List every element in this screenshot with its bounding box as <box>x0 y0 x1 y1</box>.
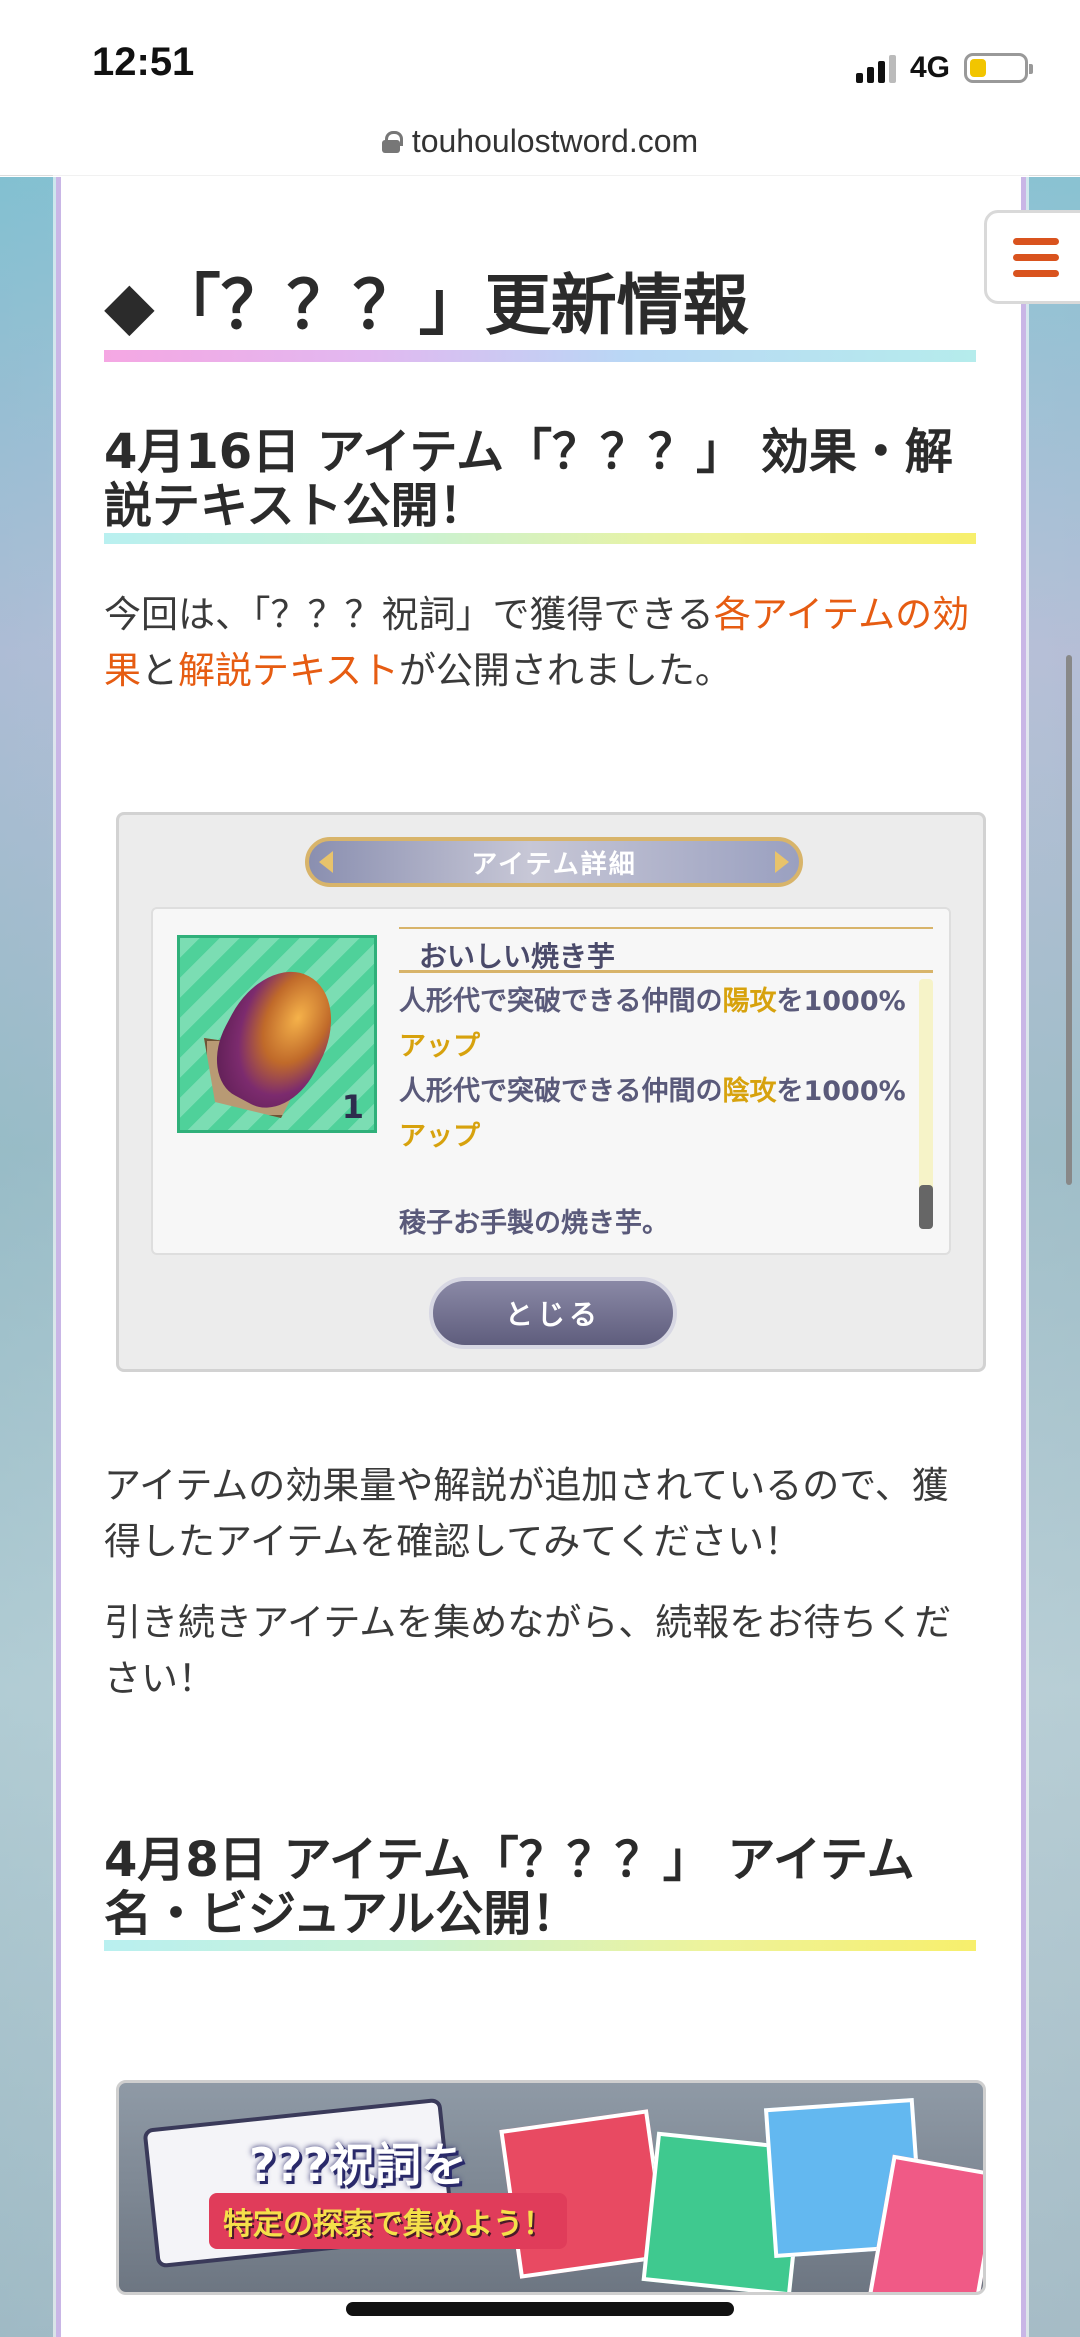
update-paragraph-2: アイテムの効果量や解説が追加されているので、獲得したアイテムを確認してみてくださ… <box>104 1464 949 1563</box>
close-button: とじる <box>429 1277 677 1349</box>
sweet-potato-item-icon: 1 <box>177 935 377 1133</box>
item-count: 1 <box>341 1088 364 1126</box>
cellular-signal-icon <box>855 53 896 83</box>
item-detail-scroll-thumb <box>919 1185 933 1229</box>
close-button-label: とじる <box>504 1298 601 1331</box>
update-paragraph-3: 引き続きアイテムを集めながら、続報をお待ちください！ <box>104 1601 952 1700</box>
item-detail-banner: アイテム詳細 <box>305 837 803 887</box>
item-name: おいしい焼き芋 <box>419 940 616 973</box>
item-effect-text: 人形代で突破できる仲間の陽攻を1000%アップ 人形代で突破できる仲間の陰攻を1… <box>399 979 919 1159</box>
status-icons: 4G <box>855 48 1033 88</box>
page-scrollbar[interactable] <box>1066 655 1072 1185</box>
promo-subtitle: 特定の探索で集めよう！ <box>209 2193 567 2249</box>
description-text-link[interactable]: 解説テキスト <box>178 649 399 692</box>
hamburger-menu-button[interactable] <box>984 210 1080 304</box>
update-heading-0416: 4月16日 アイテム「？？？」 効果・解説テキスト公開！ <box>104 424 953 534</box>
item-effect-1: 人形代で突破できる仲間の陽攻を1000%アップ <box>399 986 906 1062</box>
address-bar[interactable]: touhoulostword.com <box>0 108 1080 176</box>
arrow-right-icon <box>775 851 789 873</box>
section-title-underline <box>104 350 976 362</box>
lock-icon <box>381 130 403 153</box>
url-text: touhoulostword.com <box>411 123 699 159</box>
item-effect-2: 人形代で突破できる仲間の陰攻を1000%アップ <box>399 1076 906 1152</box>
item-flavor-text: 稜子お手製の焼き芋。 <box>399 1208 669 1239</box>
arrow-left-icon <box>319 851 333 873</box>
update-intro-text: 今回は、「？？？祝詞」で獲得できる各アイテムの効果と解説テキストが公開されました… <box>104 593 970 692</box>
item-name-frame: おいしい焼き芋 <box>399 927 933 973</box>
promo-title: ???祝詞を <box>249 2138 468 2192</box>
status-time: 12:51 <box>92 40 195 84</box>
battery-icon <box>964 53 1033 83</box>
status-bar: 12:51 4G <box>0 0 1080 118</box>
item-detail-banner-label: アイテム詳細 <box>471 849 637 880</box>
network-type: 4G <box>909 51 950 84</box>
promo-banner-image[interactable]: ???祝詞を 特定の探索で集めよう！ <box>116 2080 986 2295</box>
update-heading-0408: 4月8日 アイテム「？？？」 アイテム名・ビジュアル公開！ <box>104 1832 915 1942</box>
item-detail-panel: 1 おいしい焼き芋 人形代で突破できる仲間の陽攻を1000%アップ 人形代で突破… <box>151 907 951 1255</box>
update-heading-underline-2 <box>104 1940 976 1951</box>
hamburger-menu-icon <box>1013 237 1059 245</box>
section-title: ◆「？？？」更新情報 <box>104 267 749 344</box>
home-indicator[interactable] <box>346 2302 734 2316</box>
update-heading-underline <box>104 533 976 544</box>
item-detail-screenshot: アイテム詳細 1 おいしい焼き芋 人形代で突破できる仲間の陽攻を1000%アップ… <box>116 812 986 1372</box>
